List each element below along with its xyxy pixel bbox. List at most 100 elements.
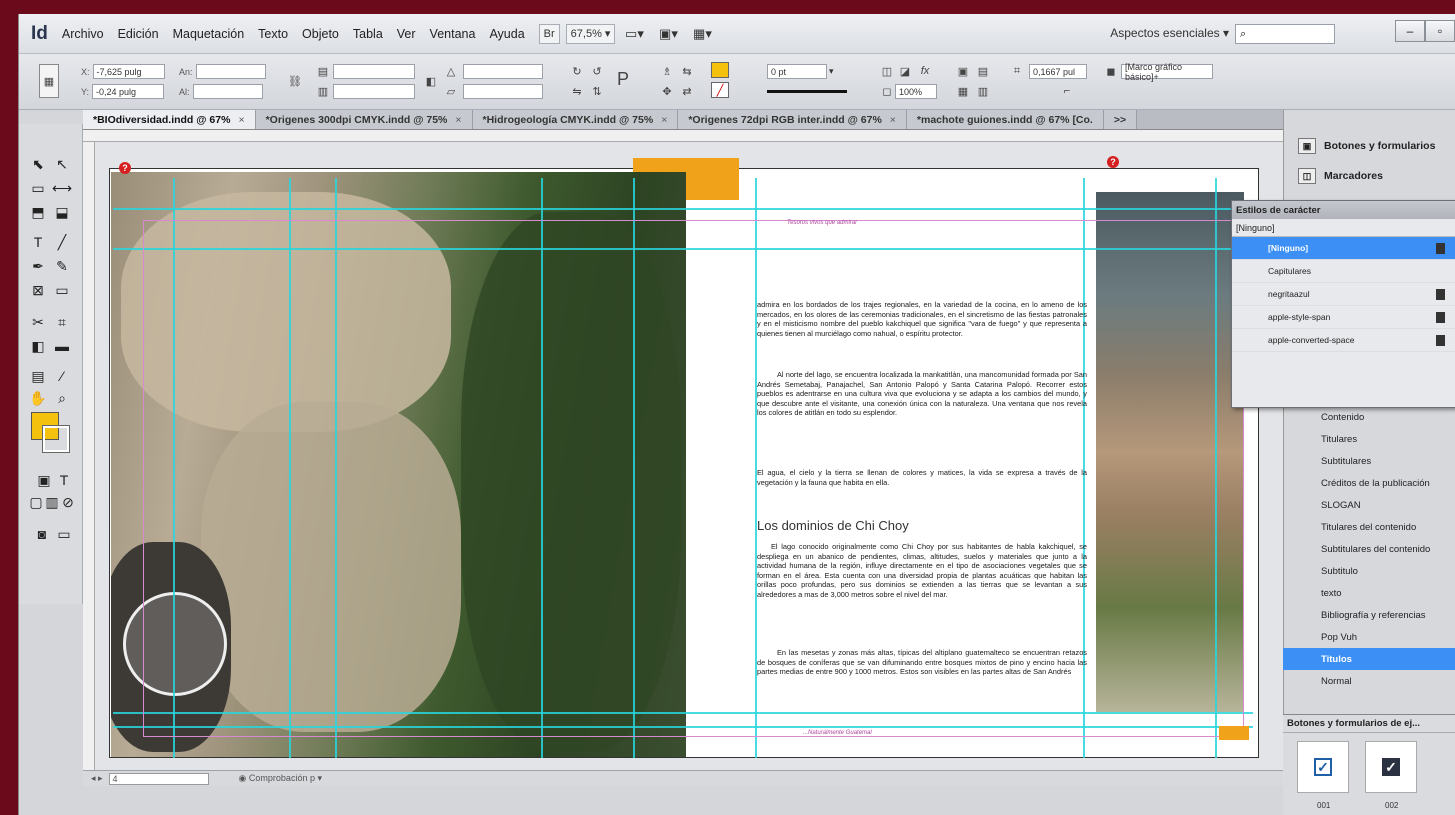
scale-x-icon[interactable]: ▤ — [315, 64, 331, 78]
preview-mode-icon[interactable]: ▭ — [53, 524, 75, 544]
style-item[interactable]: Subtitulares — [1283, 450, 1455, 472]
select-content-icon[interactable]: ✥ — [659, 84, 675, 98]
scale-y-icon[interactable]: ▥ — [315, 84, 331, 98]
char-style-item-selected[interactable]: [Ninguno] — [1232, 237, 1455, 260]
note-tool-icon[interactable]: ▤ — [27, 366, 49, 386]
x-value[interactable]: -7,625 pulg — [92, 64, 165, 79]
menu-edicion[interactable]: Edición — [118, 27, 159, 41]
character-styles-title[interactable]: Estilos de carácter — [1232, 201, 1455, 219]
bridge-button[interactable]: Br — [538, 23, 560, 44]
drop-shadow-toggle-icon[interactable]: ◪ — [897, 64, 913, 78]
rotate-cw-icon[interactable]: ↻ — [569, 64, 585, 78]
sample-checkbox-001[interactable]: ✓ — [1297, 741, 1349, 793]
panel-buttons-forms[interactable]: ▣ Botones y formularios — [1298, 138, 1435, 154]
play-overlay-icon[interactable] — [123, 592, 227, 696]
restore-button[interactable]: ▫ — [1425, 20, 1455, 42]
menu-ventana[interactable]: Ventana — [430, 27, 476, 41]
tab-origenes-300dpi[interactable]: *Origenes 300dpi CMYK.indd @ 75% × — [255, 110, 473, 129]
fill-frame-icon[interactable]: ▥ — [975, 84, 991, 98]
tab-biodiversidad[interactable]: *BIOdiversidad.indd @ 67% × — [83, 110, 256, 129]
hand-tool-icon[interactable]: ✋ — [27, 388, 49, 408]
tab-hidrogeologia[interactable]: *Hidrogeología CMYK.indd @ 75% × — [472, 110, 679, 129]
workspace-switcher[interactable]: Aspectos esenciales ▾ — [1110, 26, 1229, 40]
running-footer[interactable]: ...Naturalmente Guatemal — [803, 730, 872, 736]
paragraph[interactable]: El agua, el cielo y la tierra se llenan … — [757, 468, 1087, 487]
stroke-swatch[interactable] — [42, 425, 70, 453]
formatting-text-icon[interactable]: T — [53, 470, 75, 490]
gradient-swatch-tool-icon[interactable]: ◧ — [27, 336, 49, 356]
pencil-tool-icon[interactable]: ✎ — [51, 256, 73, 276]
style-item[interactable]: Bibliografía y referencias — [1283, 604, 1455, 626]
tab-machote-guiones[interactable]: *machote guiones.indd @ 67% [Co. — [906, 110, 1104, 129]
guide[interactable] — [173, 178, 175, 758]
page-tool-icon[interactable]: ▭ — [27, 178, 49, 198]
char-style-item[interactable]: negritaazul — [1232, 283, 1455, 306]
reference-point-icon[interactable]: ▦ — [39, 64, 59, 98]
minimize-button[interactable]: – — [1395, 20, 1425, 42]
tab-origenes-72dpi[interactable]: *Origenes 72dpi RGB inter.indd @ 67% × — [678, 110, 907, 129]
search-input[interactable]: ⌕ — [1235, 24, 1335, 44]
page-number-field[interactable]: 4 — [108, 772, 209, 785]
rotate-ccw-icon[interactable]: ↺ — [589, 64, 605, 78]
guide[interactable] — [289, 178, 291, 758]
guide[interactable] — [113, 248, 1253, 250]
constrain-scale-icon[interactable]: ◧ — [423, 74, 439, 88]
scissors-tool-icon[interactable]: ✂ — [27, 312, 49, 332]
formatting-container-icon[interactable]: ▣ — [33, 470, 55, 490]
guide[interactable] — [633, 178, 635, 758]
content-placer-icon[interactable]: ⬓ — [51, 202, 73, 222]
char-style-item[interactable]: apple-style-span — [1232, 306, 1455, 329]
shear-field[interactable] — [463, 84, 543, 99]
gap-tool-icon[interactable]: ⟷ — [51, 178, 73, 198]
y-position-field[interactable]: Y: -0,24 pulg — [81, 84, 165, 99]
object-style-icon[interactable]: ◼ — [1103, 64, 1119, 78]
opacity-field[interactable]: 100% — [895, 84, 937, 99]
fit-content-icon[interactable]: ▤ — [975, 64, 991, 78]
menu-objeto[interactable]: Objeto — [302, 27, 339, 41]
shear-icon[interactable]: ▱ — [443, 84, 459, 98]
screen-mode-icon[interactable]: ▣▾ — [655, 25, 681, 43]
menu-texto[interactable]: Texto — [258, 27, 288, 41]
apply-none-icon[interactable]: ⊘ — [57, 492, 79, 512]
style-item[interactable]: Pop Vuh — [1283, 626, 1455, 648]
constrain-proportions-icon[interactable]: ⛓ — [287, 74, 303, 88]
style-item[interactable]: Normal — [1283, 670, 1455, 692]
free-transform-tool-icon[interactable]: ⌗ — [51, 312, 73, 332]
style-item-selected[interactable]: Titulos — [1283, 648, 1455, 670]
selection-tool-icon[interactable]: ⬉ — [27, 154, 49, 174]
center-content-icon[interactable]: ▦ — [955, 84, 971, 98]
flip-vertical-icon[interactable]: ⇅ — [589, 84, 605, 98]
direct-selection-tool-icon[interactable]: ↖ — [51, 154, 73, 174]
style-item[interactable]: Subtitulo — [1283, 560, 1455, 582]
eyedropper-tool-icon[interactable]: ⁄ — [51, 366, 73, 386]
y-value[interactable]: -0,24 pulg — [92, 84, 165, 99]
rotation-field[interactable] — [463, 64, 543, 79]
guide[interactable] — [113, 712, 1253, 714]
rectangle-tool-icon[interactable]: ▭ — [51, 280, 73, 300]
x-position-field[interactable]: X: -7,625 pulg — [81, 64, 165, 79]
close-icon[interactable]: × — [455, 114, 461, 126]
object-style-select[interactable]: [Marco gráfico básico]+ — [1121, 62, 1213, 82]
paragraph[interactable]: Al norte del lago, se encuentra localiza… — [757, 370, 1087, 418]
page-nav-arrows[interactable]: ◂ ▸ — [91, 773, 103, 784]
photo-town[interactable] — [1096, 192, 1244, 712]
menu-maquetacion[interactable]: Maquetación — [173, 27, 245, 41]
section-heading[interactable]: Los dominios de Chi Choy — [757, 518, 909, 533]
close-icon[interactable]: × — [238, 114, 244, 126]
preflight-status[interactable]: ◉ Comprobación p ▾ — [239, 773, 322, 784]
content-collector-icon[interactable]: ⬒ — [27, 202, 49, 222]
pen-tool-icon[interactable]: ✒ — [27, 256, 49, 276]
style-item[interactable]: Titulares del contenido — [1283, 516, 1455, 538]
running-header[interactable]: Tesoros vivos que admirar — [787, 220, 857, 226]
guide[interactable] — [113, 726, 1253, 728]
corner-options-icon[interactable]: ⌐ — [1059, 84, 1075, 98]
paragraph[interactable]: El lago conocido originalmente como Chi … — [757, 542, 1087, 600]
horizontal-ruler[interactable] — [83, 130, 1283, 142]
text-wrap-icon[interactable]: ⌗ — [1009, 64, 1025, 78]
style-item[interactable]: texto — [1283, 582, 1455, 604]
type-tool-icon[interactable]: T — [27, 232, 49, 252]
offset-field[interactable]: 0,1667 pul — [1029, 64, 1087, 79]
document-canvas[interactable]: ? ? Tesoros vivos que admirar admira en … — [83, 130, 1283, 770]
warning-icon[interactable]: ? — [119, 162, 131, 174]
stroke-weight-field[interactable]: 0 pt — [767, 64, 827, 79]
